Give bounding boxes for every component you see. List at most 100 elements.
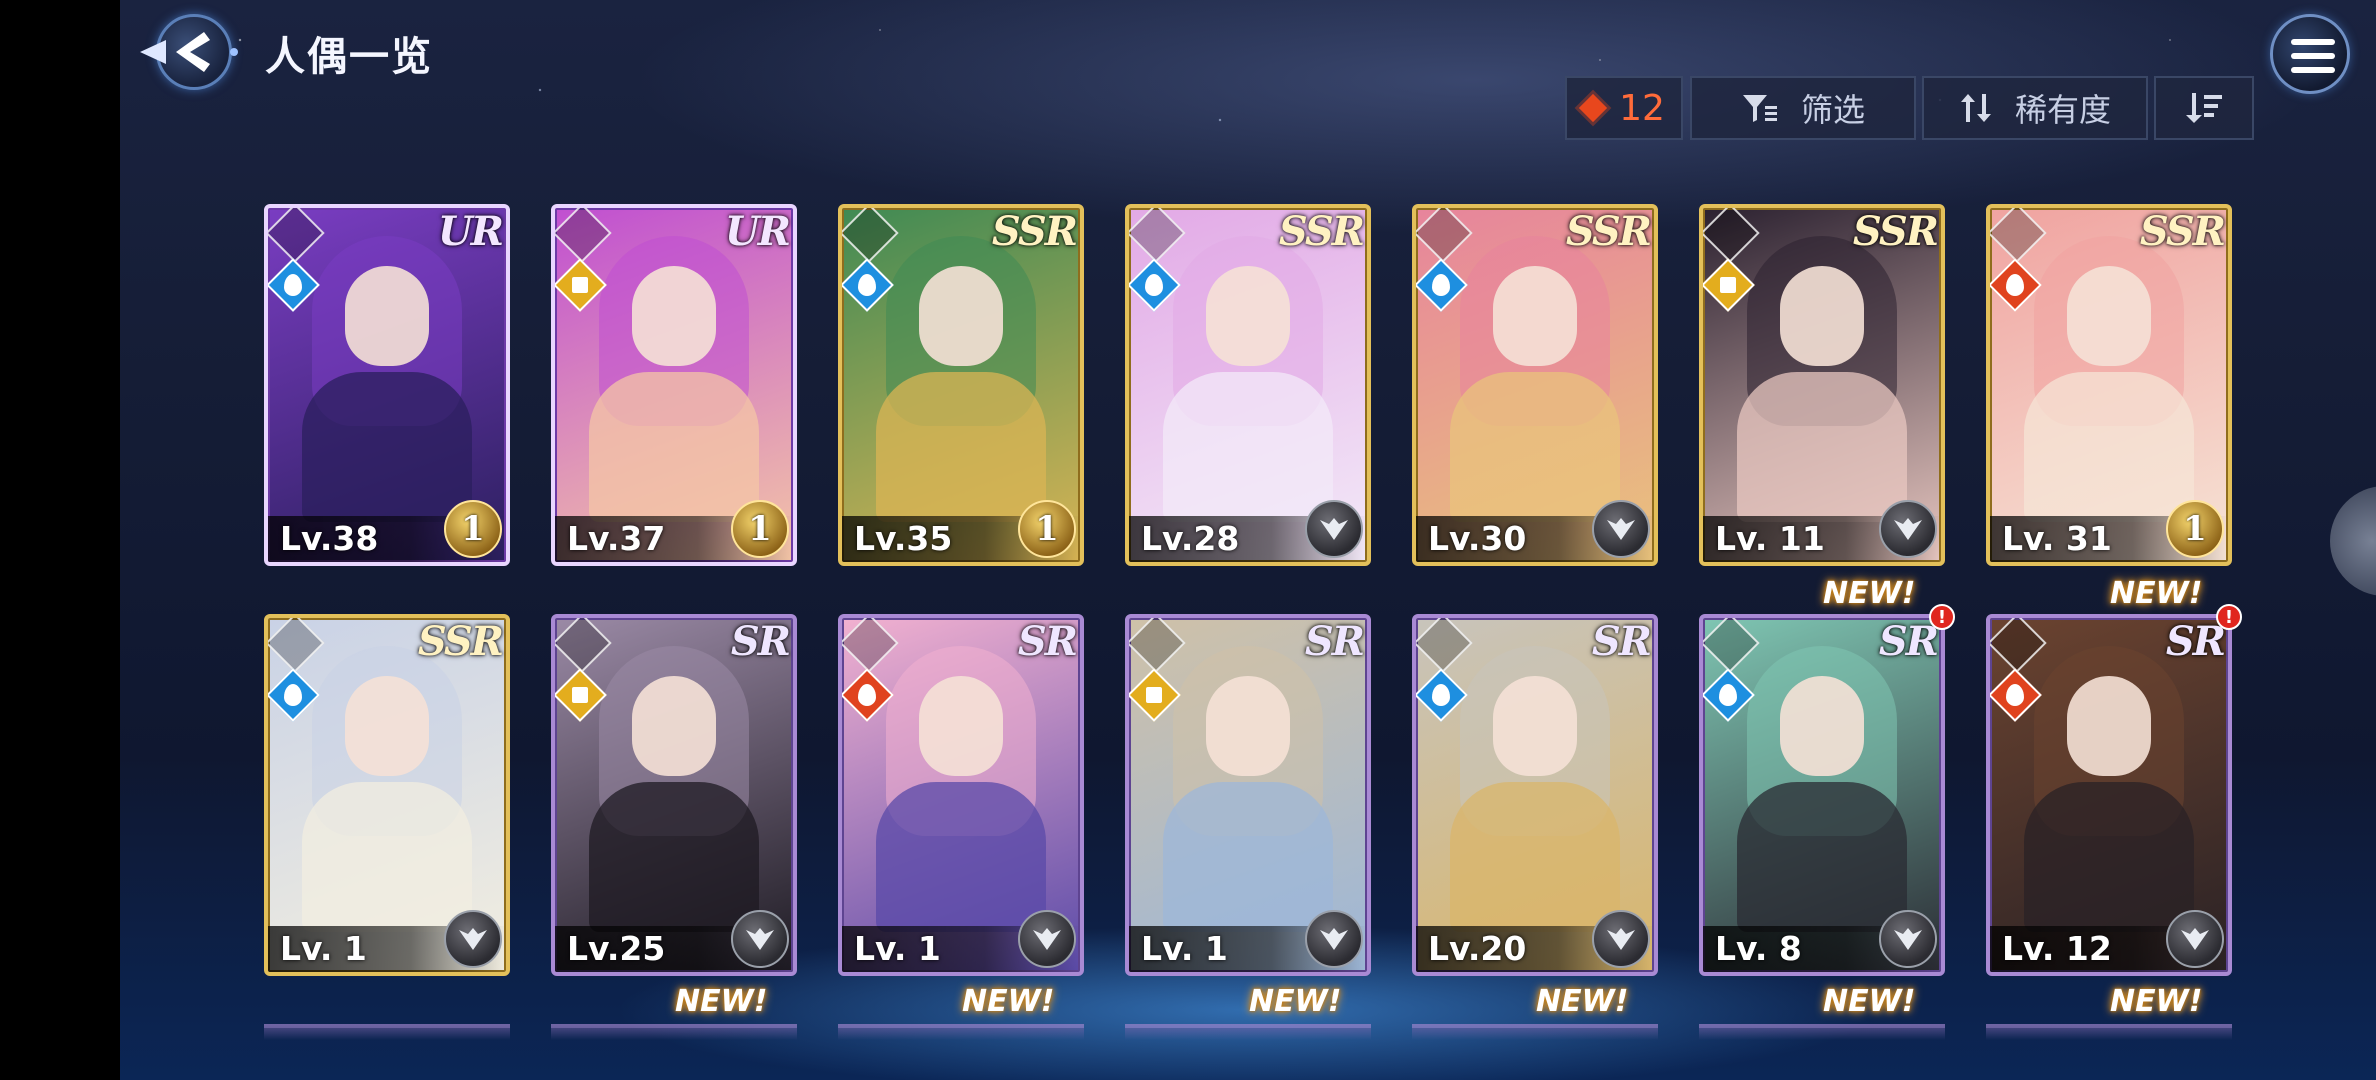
character-card[interactable]: SSR Lv.28	[1125, 204, 1371, 566]
element-glyph	[572, 277, 588, 293]
wing-icon	[2181, 928, 2209, 950]
partial-card[interactable]	[264, 1024, 510, 1040]
back-button[interactable]	[136, 10, 240, 94]
rarity-badge: SR	[1017, 618, 1078, 665]
character-outfit	[876, 782, 1046, 932]
level-label: Lv. 1	[1141, 929, 1228, 968]
character-face	[1206, 266, 1290, 366]
wing-emblem-icon	[1018, 910, 1076, 968]
wing-emblem-icon	[1879, 500, 1937, 558]
character-card[interactable]: SR Lv. 8	[1699, 614, 1945, 976]
element-glyph	[2006, 274, 2024, 296]
new-tag: NEW!	[1823, 576, 1916, 611]
character-face	[1206, 676, 1290, 776]
element-glyph	[1432, 274, 1450, 296]
wing-icon	[1607, 518, 1635, 540]
character-card[interactable]: SSR Lv.35 1	[838, 204, 1084, 566]
character-outfit	[1163, 372, 1333, 522]
element-glyph	[284, 274, 302, 296]
sort-label: 稀有度	[2014, 91, 2111, 129]
character-outfit	[589, 782, 759, 932]
rarity-badge: SSR	[1278, 208, 1365, 255]
character-outfit	[302, 782, 472, 932]
wing-emblem-icon	[444, 910, 502, 968]
level-label: Lv. 31	[2002, 519, 2112, 558]
resource-count-value: 12	[1619, 87, 1665, 129]
filter-icon	[1742, 95, 1777, 122]
filter-button[interactable]: 筛选	[1690, 76, 1916, 140]
wing-emblem-icon	[1305, 910, 1363, 968]
partial-card[interactable]	[838, 1024, 1084, 1040]
awaken-rank-icon: 1	[731, 500, 789, 558]
filter-label: 筛选	[1800, 91, 1865, 129]
level-label: Lv.38	[280, 519, 379, 558]
new-tag: NEW!	[1249, 984, 1342, 1019]
character-face	[632, 676, 716, 776]
element-glyph	[858, 684, 876, 706]
sort-by-rarity-button[interactable]: 稀有度	[1922, 76, 2148, 140]
character-face	[1780, 676, 1864, 776]
level-label: Lv.37	[567, 519, 666, 558]
character-card[interactable]: SSR Lv.30	[1412, 204, 1658, 566]
wing-icon	[746, 928, 774, 950]
element-glyph	[1719, 684, 1737, 706]
character-card[interactable]: SSR Lv. 1	[264, 614, 510, 976]
character-card[interactable]: SR Lv. 1	[1125, 614, 1371, 976]
character-card[interactable]: SR Lv.25	[551, 614, 797, 976]
character-card[interactable]: SR Lv. 12	[1986, 614, 2232, 976]
new-tag: NEW!	[675, 984, 768, 1019]
level-label: Lv. 1	[280, 929, 367, 968]
back-arrow-icon	[140, 32, 238, 72]
character-face	[345, 676, 429, 776]
character-outfit	[1163, 782, 1333, 932]
partial-card[interactable]	[1699, 1024, 1945, 1040]
wing-emblem-icon	[1592, 910, 1650, 968]
new-tag: NEW!	[962, 984, 1055, 1019]
sort-descending-icon	[2186, 93, 2222, 123]
rarity-badge: SR	[2165, 618, 2226, 665]
awaken-rank-value: 1	[748, 509, 772, 549]
new-tag: NEW!	[2110, 984, 2203, 1019]
partial-card[interactable]	[1412, 1024, 1658, 1040]
page-title: 人偶一览	[265, 34, 433, 80]
main-menu-button[interactable]	[2270, 14, 2350, 94]
character-outfit	[2024, 782, 2194, 932]
wing-icon	[1894, 928, 1922, 950]
wing-emblem-icon	[1879, 910, 1937, 968]
character-card[interactable]: UR Lv.38 1	[264, 204, 510, 566]
element-glyph	[2006, 684, 2024, 706]
awaken-rank-icon: 1	[1018, 500, 1076, 558]
character-face	[1780, 266, 1864, 366]
awaken-rank-icon: 1	[444, 500, 502, 558]
wing-emblem-icon	[731, 910, 789, 968]
level-label: Lv. 8	[1715, 929, 1802, 968]
partial-card[interactable]	[551, 1024, 797, 1040]
element-glyph	[284, 684, 302, 706]
sort-order-button[interactable]	[2154, 76, 2254, 140]
partial-card[interactable]	[1125, 1024, 1371, 1040]
level-label: Lv.25	[567, 929, 666, 968]
wing-icon	[1320, 518, 1348, 540]
awaken-rank-value: 1	[2183, 509, 2207, 549]
level-label: Lv.28	[1141, 519, 1240, 558]
character-card[interactable]: SSR Lv. 11	[1699, 204, 1945, 566]
level-label: Lv.35	[854, 519, 953, 558]
character-card[interactable]: SR Lv. 1	[838, 614, 1084, 976]
resource-count: 12	[1565, 76, 1683, 140]
character-face	[2067, 676, 2151, 776]
element-glyph	[572, 687, 588, 703]
wing-icon	[1320, 928, 1348, 950]
side-drawer-tab[interactable]	[2330, 486, 2376, 596]
new-tag: NEW!	[1823, 984, 1916, 1019]
character-card[interactable]: UR Lv.37 1	[551, 204, 797, 566]
level-label: Lv. 11	[1715, 519, 1825, 558]
character-card[interactable]: SSR Lv. 31 1	[1986, 204, 2232, 566]
character-card[interactable]: SR Lv.20	[1412, 614, 1658, 976]
character-list-screen: 人偶一览 12 筛选 稀有度 UR Lv.38 1 UR Lv.37 1 SSR…	[120, 0, 2376, 1080]
rarity-badge: SR	[1591, 618, 1652, 665]
partial-card[interactable]	[1986, 1024, 2232, 1040]
wing-icon	[1033, 928, 1061, 950]
element-glyph	[1432, 684, 1450, 706]
element-glyph	[1146, 687, 1162, 703]
element-glyph	[1145, 274, 1163, 296]
